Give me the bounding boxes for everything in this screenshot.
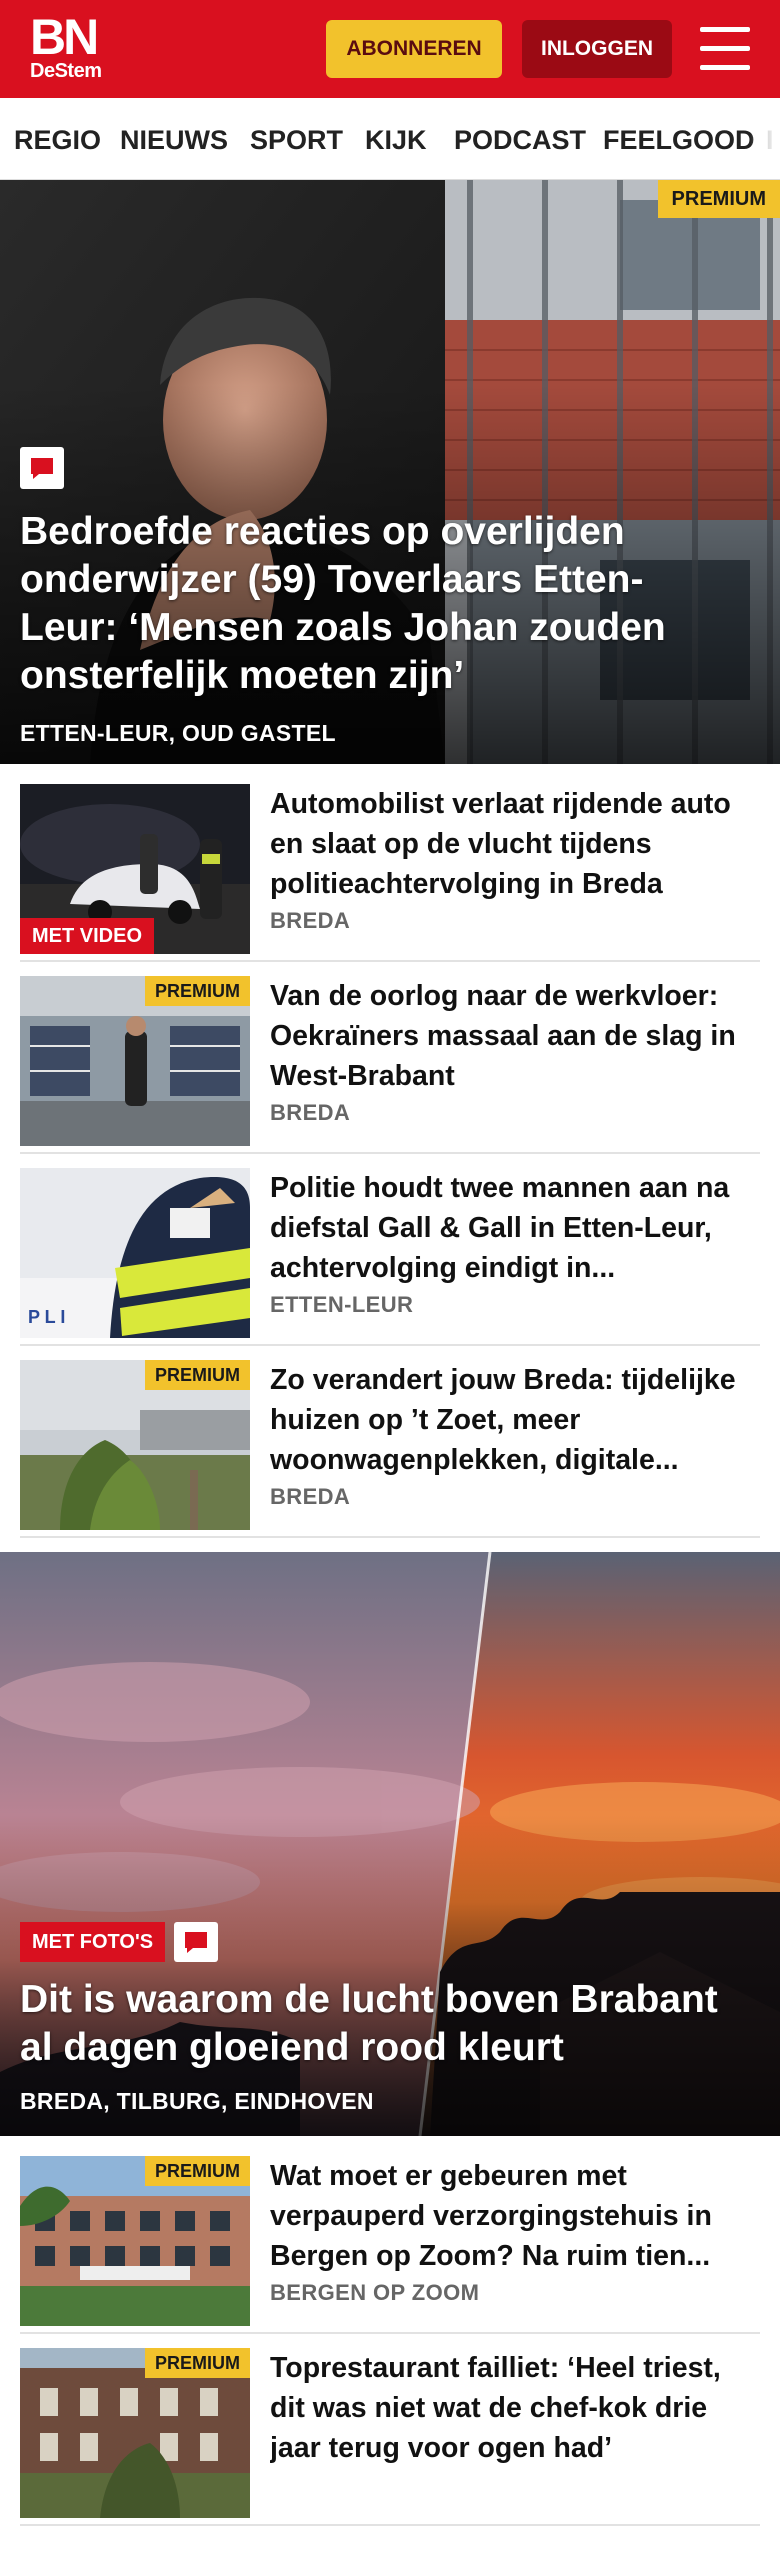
hero-2-title[interactable]: Dit is waarom de lucht boven Brabant al … (20, 1976, 760, 2072)
list-item[interactable]: P L I Politie houdt twee mannen aan na d… (20, 1168, 760, 1346)
video-badge: MET VIDEO (20, 918, 155, 954)
comment-icon (20, 447, 64, 489)
article-location: BREDA (270, 908, 351, 933)
premium-badge: PREMIUM (657, 180, 780, 218)
login-button[interactable]: INLOGGEN (522, 20, 672, 78)
svg-text:P L I: P L I (28, 1307, 65, 1327)
photos-badge: MET FOTO'S (20, 1922, 166, 1962)
nav-fade (750, 98, 780, 179)
article-thumbnail: MET VIDEO (20, 784, 250, 954)
nav-item-podcast[interactable]: PODCAST (454, 125, 586, 156)
hero-1-location: ETTEN-LEUR, OUD GASTEL (20, 720, 336, 746)
nav-item-regio[interactable]: REGIO (14, 125, 101, 156)
site-logo[interactable]: BN DeStem (30, 9, 112, 82)
hero-article-1[interactable]: PREMIUM Bedroefde reacties op overlijden… (0, 180, 780, 764)
article-title[interactable]: Toprestaurant failliet: ‘Heel triest, di… (270, 2348, 760, 2468)
site-header: BN DeStem ABONNEREN INLOGGEN (0, 0, 780, 98)
premium-badge: PREMIUM (145, 1360, 250, 1390)
article-location: BREDA (270, 1484, 351, 1509)
hero-1-title[interactable]: Bedroefde reacties op overlijden onderwi… (20, 508, 720, 700)
article-title[interactable]: Politie houdt twee mannen aan na diefsta… (270, 1168, 760, 1288)
nav-item-nieuws[interactable]: NIEUWS (120, 125, 228, 156)
article-thumbnail: PREMIUM (20, 976, 250, 1146)
list-item[interactable]: PREMIUM Van de oorlog naar de werkvloer:… (20, 976, 760, 1154)
premium-badge: PREMIUM (145, 2156, 250, 2186)
article-location: BERGEN OP ZOOM (270, 2280, 480, 2305)
list-item[interactable]: PREMIUM Zo verandert jouw Breda: tijdeli… (20, 1360, 760, 1538)
article-thumbnail: P L I (20, 1168, 250, 1338)
section-nav: REGIO NIEUWS SPORT KIJK PODCAST FEELGOOD… (0, 98, 780, 180)
list-item[interactable]: PREMIUM Wat moet er gebeuren met verpaup… (20, 2156, 760, 2334)
article-title[interactable]: Zo verandert jouw Breda: tijdelijke huiz… (270, 1360, 760, 1480)
premium-badge: PREMIUM (145, 976, 250, 1006)
subscribe-button[interactable]: ABONNEREN (326, 20, 502, 78)
article-title[interactable]: Automobilist verlaat rijdende auto en sl… (270, 784, 760, 904)
hamburger-menu-icon[interactable] (700, 27, 750, 71)
comment-icon (174, 1922, 218, 1962)
logo-main-text: BN (30, 9, 99, 65)
article-thumbnail: PREMIUM (20, 2348, 250, 2518)
nav-item-kijk[interactable]: KIJK (365, 125, 427, 156)
article-thumbnail: PREMIUM (20, 2156, 250, 2326)
hero-article-2[interactable]: MET FOTO'S Dit is waarom de lucht boven … (0, 1552, 780, 2136)
nav-item-feelgood[interactable]: FEELGOOD (603, 125, 755, 156)
article-title[interactable]: Wat moet er gebeuren met verpauperd verz… (270, 2156, 760, 2276)
article-title[interactable]: Van de oorlog naar de werkvloer: Oekraïn… (270, 976, 760, 1096)
list-item[interactable]: MET VIDEO Automobilist verlaat rijdende … (20, 784, 760, 962)
list-item[interactable]: PREMIUM Toprestaurant failliet: ‘Heel tr… (20, 2348, 760, 2526)
premium-badge: PREMIUM (145, 2348, 250, 2378)
article-location: BREDA (270, 1100, 351, 1125)
nav-item-sport[interactable]: SPORT (250, 125, 343, 156)
article-location: ETTEN-LEUR (270, 1292, 414, 1317)
hero-2-location: BREDA, TILBURG, EINDHOVEN (20, 2088, 374, 2114)
article-thumbnail: PREMIUM (20, 1360, 250, 1530)
logo-sub-text: DeStem (30, 60, 102, 82)
